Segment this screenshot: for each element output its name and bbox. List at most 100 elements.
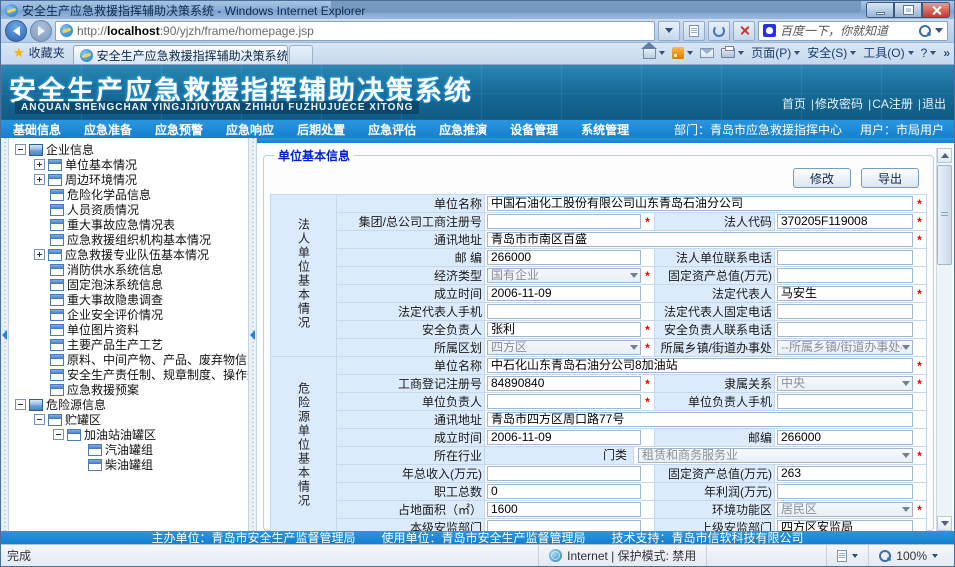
field-input[interactable] (777, 304, 913, 319)
field-input[interactable] (487, 304, 641, 319)
field-input[interactable]: 1600 (487, 502, 641, 517)
nav-item-5[interactable]: 应急评估 (362, 121, 433, 138)
tree-item[interactable]: 重大事故隐患调查 (11, 292, 246, 307)
field-input[interactable]: 马安生 (777, 286, 913, 301)
field-input[interactable] (487, 466, 641, 481)
field-input[interactable] (777, 394, 913, 409)
more-commands-chevron[interactable]: » (943, 46, 950, 60)
field-input[interactable]: 0 (487, 484, 641, 499)
home-button[interactable] (643, 46, 665, 59)
tree-item[interactable]: 单位基本情况 (11, 157, 246, 172)
maximize-button[interactable] (894, 2, 922, 18)
privacy-button[interactable] (826, 545, 868, 566)
top-link-1[interactable]: 修改密码 (815, 97, 863, 111)
field-input[interactable] (487, 214, 641, 229)
favorites-button[interactable]: ★ 收藏夹 (5, 42, 73, 64)
compatibility-view-button[interactable] (683, 21, 705, 41)
field-input[interactable]: 青岛市市南区百盛 (487, 232, 913, 247)
tree-item[interactable]: 加油站油罐区 (11, 427, 246, 442)
nav-item-7[interactable]: 设备管理 (504, 121, 575, 138)
scrollbar-thumb[interactable] (937, 165, 952, 265)
field-input[interactable] (487, 520, 641, 531)
search-input[interactable]: 百度一下，你就知道 (780, 22, 915, 39)
help-menu[interactable]: ? (921, 46, 937, 60)
collapse-icon[interactable] (15, 144, 26, 155)
field-select[interactable]: --所属乡镇/街道办事处-- (777, 340, 913, 355)
new-tab-button[interactable] (289, 45, 313, 64)
tree-item[interactable]: 人员资质情况 (11, 202, 246, 217)
tree-item[interactable]: 柴油罐组 (11, 457, 246, 472)
top-link-0[interactable]: 首页 (782, 97, 806, 111)
nav-item-1[interactable]: 应急准备 (78, 121, 149, 138)
top-link-2[interactable]: CA注册 (872, 97, 913, 111)
field-input[interactable]: 中国石油化工股份有限公司山东青岛石油分公司 (487, 196, 913, 211)
export-button[interactable]: 导出 (861, 168, 919, 188)
tree-item[interactable]: 应急救援组织机构基本情况 (11, 232, 246, 247)
field-input[interactable]: 2006-11-09 (487, 286, 641, 301)
tree-item[interactable]: 贮罐区 (11, 412, 246, 427)
stop-button[interactable] (733, 21, 755, 41)
expand-icon[interactable] (34, 159, 45, 170)
field-input[interactable]: 266000 (487, 250, 641, 265)
nav-item-2[interactable]: 应急预警 (149, 121, 220, 138)
field-select[interactable]: 中央 (777, 376, 913, 391)
minimize-button[interactable] (866, 2, 894, 18)
field-input[interactable]: 370205F119008 (777, 214, 913, 229)
print-button[interactable] (721, 48, 744, 58)
close-button[interactable] (922, 2, 950, 18)
expand-icon[interactable] (34, 174, 45, 185)
address-dropdown-button[interactable] (658, 21, 680, 41)
scroll-up-button[interactable] (937, 148, 952, 163)
field-input[interactable]: 张利 (487, 322, 641, 337)
tree-item[interactable]: 汽油罐组 (11, 442, 246, 457)
tab-active[interactable]: 安全生产应急救援指挥辅助决策系统 (73, 45, 288, 64)
nav-item-4[interactable]: 后期处置 (291, 121, 362, 138)
collapse-icon[interactable] (34, 414, 45, 425)
collapse-icon[interactable] (15, 399, 26, 410)
tree-item[interactable]: 周边环境情况 (11, 172, 246, 187)
tree-item[interactable]: 主要产品生产工艺 (11, 337, 246, 352)
tree-item[interactable]: 消防供水系统信息 (11, 262, 246, 277)
feeds-button[interactable] (672, 47, 693, 59)
tree-item[interactable]: 危险源信息 (11, 397, 246, 412)
field-input[interactable]: 2006-11-09 (487, 430, 641, 445)
tree-item[interactable]: 企业安全评价情况 (11, 307, 246, 322)
field-select[interactable]: 四方区 (487, 340, 641, 355)
nav-item-8[interactable]: 系统管理 (575, 121, 646, 138)
field-input[interactable] (777, 322, 913, 337)
tree-item[interactable]: 固定泡沫系统信息 (11, 277, 246, 292)
zoom-control[interactable]: 100% (868, 545, 948, 566)
collapse-icon[interactable] (53, 429, 64, 440)
tools-menu[interactable]: 工具(O) (863, 44, 913, 61)
scroll-down-button[interactable] (937, 516, 952, 531)
search-icon[interactable] (919, 25, 931, 37)
field-input[interactable]: 四方区安监局 (777, 520, 913, 531)
tree-item[interactable]: 危险化学品信息 (11, 187, 246, 202)
back-button[interactable] (5, 20, 27, 42)
tree-item[interactable]: 应急救援专业队伍基本情况 (11, 247, 246, 262)
tree-item[interactable]: 应急救援预案 (11, 382, 246, 397)
field-select[interactable]: 租赁和商务服务业 (638, 448, 913, 463)
tree-item[interactable]: 单位图片资料 (11, 322, 246, 337)
field-input[interactable] (777, 250, 913, 265)
field-input[interactable]: 中石化山东青岛石油分公司8加油站 (487, 358, 913, 373)
tree-item[interactable]: 重大事故应急情况表 (11, 217, 246, 232)
left-splitter[interactable] (1, 138, 9, 531)
tree-item[interactable]: 原料、中间产物、产品、废弃物信息 (11, 352, 246, 367)
top-link-3[interactable]: 退出 (922, 97, 946, 111)
field-input[interactable]: 青岛市四方区周口路77号 (487, 412, 913, 427)
tree-splitter[interactable] (249, 138, 257, 531)
expand-icon[interactable] (34, 249, 45, 260)
page-menu[interactable]: 页面(P) (751, 44, 800, 61)
search-dropdown-icon[interactable] (935, 28, 943, 33)
safety-menu[interactable]: 安全(S) (807, 44, 856, 61)
field-input[interactable]: 263 (777, 466, 913, 481)
field-select[interactable]: 居民区 (777, 502, 913, 517)
modify-button[interactable]: 修改 (793, 168, 851, 188)
mail-button[interactable] (700, 48, 714, 58)
field-input[interactable]: 84890840 (487, 376, 641, 391)
forward-button[interactable] (30, 20, 52, 42)
form-scrollbar[interactable] (936, 148, 952, 531)
nav-item-3[interactable]: 应急响应 (220, 121, 291, 138)
address-bar[interactable]: http://localhost:90/yjzh/frame/homepage.… (55, 21, 655, 41)
